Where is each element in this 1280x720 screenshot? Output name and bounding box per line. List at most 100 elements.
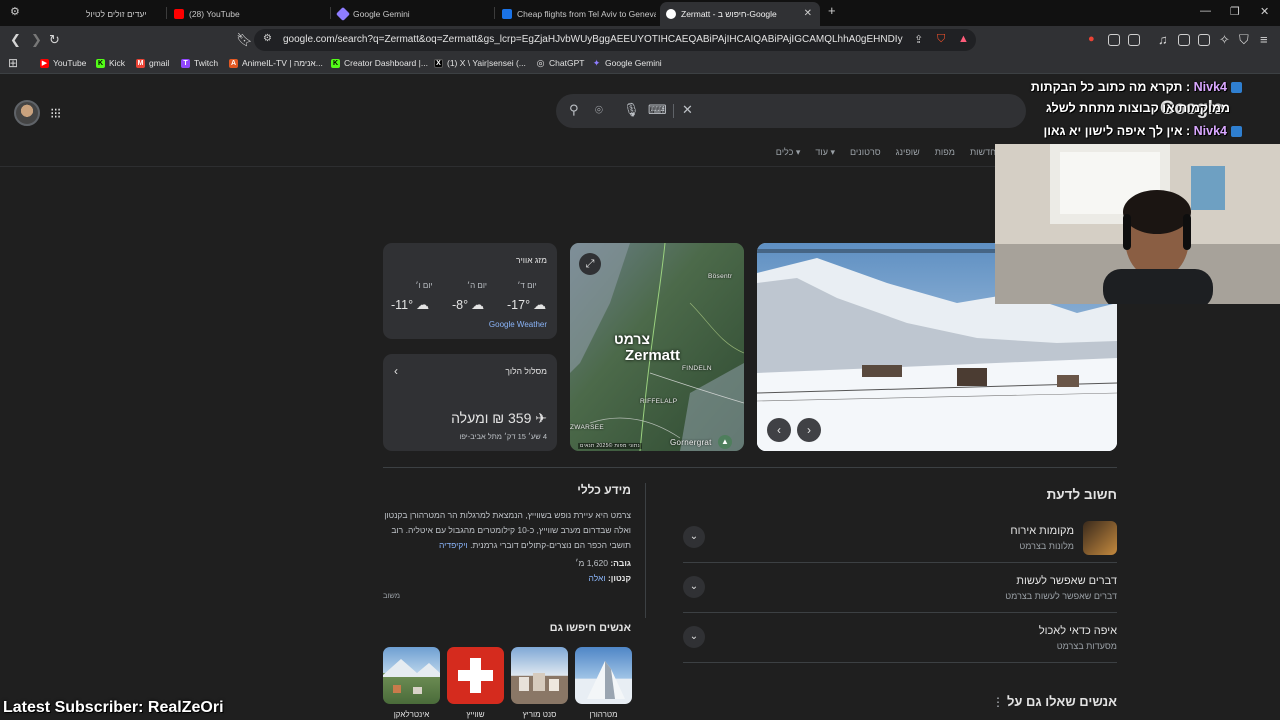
chat-message: Nivk4 : תקרא מה כתוב כל הבקתות bbox=[1031, 80, 1242, 94]
wallet-icon[interactable] bbox=[1198, 34, 1210, 46]
brave-rewards-icon[interactable]: ▲ bbox=[958, 33, 969, 45]
chevron-down-icon[interactable]: ⌄ bbox=[683, 576, 705, 598]
flight-title: מסלול הלוך bbox=[505, 366, 547, 376]
info-height-row: גובה: 1,620 מ׳ bbox=[575, 558, 631, 568]
mountain-pin-icon[interactable]: ▲ bbox=[718, 435, 732, 449]
apps-grid-icon[interactable]: ⊞ bbox=[8, 56, 18, 70]
thumb-label[interactable]: מטרהורן bbox=[575, 710, 632, 719]
address-bar[interactable]: ⚙ google.com/search?q=Zermatt&oq=Zermatt… bbox=[254, 29, 976, 51]
thumb-matterhorn[interactable] bbox=[575, 647, 632, 704]
clear-search-icon[interactable]: ✕ bbox=[682, 102, 693, 118]
latest-subscriber-banner: Latest Subscriber: RealZeOri bbox=[3, 699, 224, 716]
bookmark-twitch[interactable]: T Twitch bbox=[181, 58, 218, 68]
thumb-label[interactable]: סנט מוריץ bbox=[511, 710, 568, 719]
canton-link[interactable]: ואלה bbox=[588, 573, 605, 583]
minimize-icon[interactable]: — bbox=[1200, 5, 1211, 17]
extension-record-icon[interactable]: ● bbox=[1088, 33, 1095, 45]
thumb-interlaken[interactable] bbox=[383, 647, 440, 704]
site-info-icon[interactable]: ⚙ bbox=[263, 33, 272, 44]
know-row-lodging[interactable]: ⌄ מקומות אירוח מלונות בצרמט bbox=[683, 513, 1117, 563]
browser-menu-icon[interactable]: ≡ bbox=[1260, 32, 1268, 47]
filter-tools[interactable]: כלים ▾ bbox=[776, 147, 801, 158]
more-options-icon[interactable]: ⋮ bbox=[992, 695, 1004, 709]
bookmark-gmail[interactable]: M gmail bbox=[136, 58, 169, 68]
info-canton-row: קנטון: ואלה bbox=[588, 573, 631, 583]
chevron-down-icon[interactable]: ⌄ bbox=[683, 626, 705, 648]
thumb-label[interactable]: שווייץ bbox=[447, 710, 504, 719]
brave-shield-icon[interactable]: ⛉ bbox=[937, 33, 945, 46]
bookmark-label: gmail bbox=[149, 58, 170, 68]
chat-message: Nivk4 : אין לך איפה לישון יא גאון bbox=[1043, 124, 1242, 138]
bookmark-gemini[interactable]: ✦ Google Gemini bbox=[592, 58, 662, 69]
avatar[interactable] bbox=[14, 100, 40, 126]
forward-icon[interactable]: ❯ bbox=[31, 32, 42, 48]
weather-card[interactable]: מזג אוויר יום ד׳ יום ה׳ יום ו׳ -11° ☁ -8°… bbox=[383, 243, 557, 339]
snow-cloud-icon: ☁ bbox=[533, 297, 547, 312]
bookmark-x[interactable]: X (1) X \ Yair|sensei (... bbox=[434, 58, 526, 68]
map-preview[interactable]: ⤢ Bösentr צרמט Zermatt FINDELN RIFFELALP… bbox=[570, 243, 744, 451]
weather-temp: -11° bbox=[391, 298, 414, 312]
tab-cheap-flights[interactable]: Cheap flights from Tel Aviv to Geneva bbox=[496, 2, 656, 26]
youtube-icon bbox=[174, 9, 184, 19]
thumb-st-moritz[interactable] bbox=[511, 647, 568, 704]
know-row-title: מקומות אירוח bbox=[1010, 525, 1074, 537]
chevron-down-icon[interactable]: ⌄ bbox=[683, 526, 705, 548]
filter-more[interactable]: עוד ▾ bbox=[815, 147, 835, 158]
bookmark-kick[interactable]: K Kick bbox=[96, 58, 125, 68]
keyboard-icon[interactable]: ⌨ bbox=[648, 102, 667, 118]
search-icon[interactable]: ⚲ bbox=[569, 102, 579, 118]
sidebar-icon[interactable] bbox=[1178, 34, 1190, 46]
filter-shopping[interactable]: שופינג bbox=[896, 147, 920, 158]
bookmark-animeil[interactable]: A AnimeIL-TV | אנימה... bbox=[229, 58, 323, 68]
extension-screenshot-icon[interactable] bbox=[1128, 34, 1140, 46]
interlaken-image bbox=[383, 659, 440, 694]
previous-photo-button[interactable]: ‹ bbox=[767, 418, 791, 442]
restore-icon[interactable]: ❐ bbox=[1230, 5, 1240, 18]
bookmark-chatgpt[interactable]: ◎ ChatGPT bbox=[536, 58, 585, 69]
bookmark-label: AnimeIL-TV | אנימה... bbox=[242, 58, 323, 68]
chat-text: ממוקמות או קבוצות מתחת לשלג bbox=[1045, 101, 1230, 115]
feedback-link[interactable]: משוב bbox=[383, 591, 400, 600]
google-weather-link[interactable]: Google Weather bbox=[489, 320, 547, 329]
microphone-icon[interactable]: 🎙︎ bbox=[623, 102, 640, 118]
vpn-icon[interactable]: ⛉ bbox=[1239, 32, 1249, 48]
thumb-switzerland[interactable] bbox=[447, 647, 504, 704]
share-icon[interactable]: ⇪ bbox=[914, 33, 923, 46]
know-row-things-to-do[interactable]: ⌄ דברים שאפשר לעשות דברים שאפשר לעשות בצ… bbox=[683, 563, 1117, 613]
google-apps-icon[interactable]: ⁝⁝⁝ bbox=[50, 105, 61, 122]
media-icon[interactable]: ♫ bbox=[1158, 32, 1168, 47]
next-photo-button[interactable]: › bbox=[797, 418, 821, 442]
know-row-restaurants[interactable]: ⌄ איפה כדאי לאכול מסעדות בצרמט bbox=[683, 613, 1117, 663]
window-close-icon[interactable]: ✕ bbox=[1260, 5, 1269, 18]
tab-cheap-destinations[interactable]: יעדים זולים לטיול bbox=[80, 2, 170, 26]
search-box[interactable]: ⚲ ⌾ 🎙︎ ⌨ ✕ bbox=[556, 94, 1026, 128]
leo-ai-icon[interactable]: ✧ bbox=[1219, 32, 1230, 48]
bookmark-label: (1) X \ Yair|sensei (... bbox=[447, 58, 526, 68]
bookmark-icon[interactable]: 🔖︎ bbox=[236, 32, 253, 48]
new-tab-button[interactable]: + bbox=[828, 3, 836, 18]
reload-icon[interactable]: ↻ bbox=[49, 32, 60, 48]
bookmark-creator-dashboard[interactable]: K Creator Dashboard |... bbox=[331, 58, 428, 68]
back-icon[interactable]: ❮ bbox=[10, 32, 21, 48]
extension-puzzle-icon[interactable] bbox=[1108, 34, 1120, 46]
tab-gemini[interactable]: Google Gemini bbox=[332, 2, 492, 26]
filter-maps[interactable]: מפות bbox=[935, 147, 955, 158]
tab-zermatt-search[interactable]: Zermatt - חיפוש ב-Google ✕ bbox=[660, 2, 820, 26]
kick-icon: K bbox=[96, 58, 105, 68]
bookmark-youtube[interactable]: ▶ YouTube bbox=[40, 58, 86, 68]
filter-videos[interactable]: סרטונים bbox=[850, 147, 881, 158]
tab-label: (28) YouTube bbox=[189, 9, 240, 19]
thumb-label[interactable]: אינטרלאקן bbox=[383, 710, 440, 719]
sub-badge-icon bbox=[1231, 126, 1242, 138]
lens-icon[interactable]: ⌾ bbox=[595, 102, 603, 118]
wikipedia-link[interactable]: ויקיפדיה bbox=[439, 540, 468, 550]
expand-map-icon[interactable]: ⤢ bbox=[579, 253, 601, 275]
youtube-icon: ▶ bbox=[40, 58, 49, 68]
browser-menu-icon[interactable]: ⚙ bbox=[10, 5, 20, 18]
map-title-hebrew: צרמט bbox=[614, 331, 650, 347]
flights-card[interactable]: מסלול הלוך ‹ ✈ 359 ₪ ומעלה 4 שע׳ 15 דק׳ … bbox=[383, 354, 557, 451]
tab-youtube[interactable]: (28) YouTube bbox=[168, 2, 328, 26]
chevron-left-icon[interactable]: ‹ bbox=[394, 364, 398, 378]
filter-news[interactable]: חדשות bbox=[970, 147, 996, 158]
close-tab-icon[interactable]: ✕ bbox=[804, 8, 812, 19]
